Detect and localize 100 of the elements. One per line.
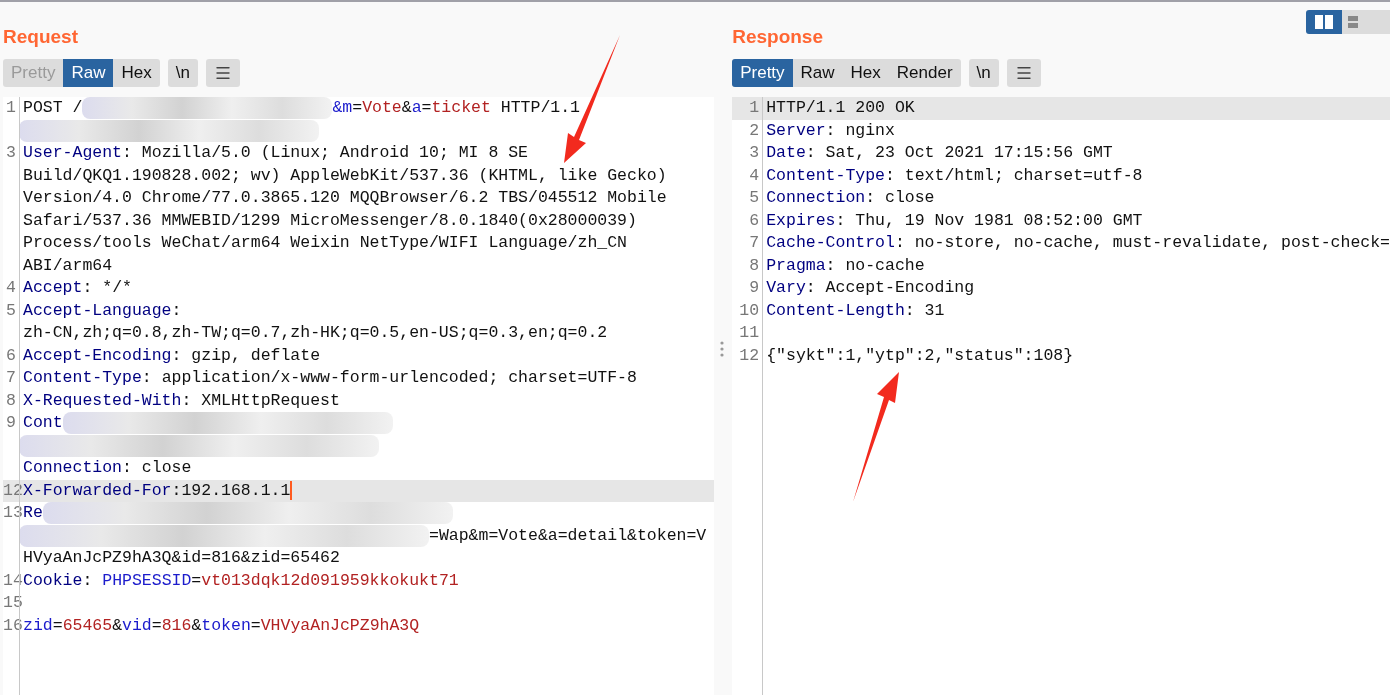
line-number: 1 bbox=[6, 98, 16, 117]
view-tab[interactable]: Pretty bbox=[732, 59, 793, 87]
code-text: : */* bbox=[82, 277, 132, 299]
view-tab[interactable]: Hex bbox=[842, 59, 889, 87]
line-number: 11 bbox=[739, 323, 760, 342]
split-layout-button[interactable] bbox=[1306, 10, 1342, 34]
code-text: Content-Type bbox=[23, 367, 142, 389]
line-number: 7 bbox=[749, 233, 760, 252]
stacked-layout-button[interactable] bbox=[1342, 10, 1390, 34]
code-text: Accept bbox=[23, 277, 83, 299]
line-number: 3 bbox=[6, 143, 16, 162]
code-text: &m bbox=[332, 97, 353, 119]
code-text: = bbox=[52, 614, 63, 637]
line-number: 4 bbox=[749, 165, 760, 185]
line-number: 6 bbox=[749, 210, 760, 230]
code-text: vt013dqk12d091959kkokukt71 bbox=[201, 569, 459, 592]
newline-toggle-button[interactable]: \n bbox=[968, 59, 999, 87]
code-text: Content-Length bbox=[766, 299, 905, 322]
code-text: X-Forwarded-For bbox=[23, 479, 172, 502]
code-text: & bbox=[191, 614, 202, 637]
code-text: : bbox=[171, 299, 182, 322]
panel-title: Request bbox=[3, 25, 78, 49]
code-text: : application/x-www-form-urlencoded; charset=UTF-8 bbox=[141, 367, 637, 389]
code-text: : Accept-Encoding bbox=[805, 277, 975, 299]
code-text: : Mozilla/5.0 (Linux; Android 10; MI 8 SE bbox=[122, 142, 528, 164]
code-text: : Sat, 23 Oct 2021 17:15:56 GMT bbox=[805, 142, 1113, 164]
code-text: HVyaAnJcPZ9hA3Q&id=816&zid=65462 bbox=[23, 547, 340, 569]
code-text: ticket bbox=[431, 97, 491, 119]
view-tab[interactable]: Raw bbox=[792, 59, 843, 87]
line-number: 8 bbox=[749, 255, 760, 275]
line-number: 7 bbox=[6, 368, 16, 387]
code-text: Cookie bbox=[23, 569, 83, 592]
menu-icon bbox=[213, 64, 232, 82]
code-text: & bbox=[401, 97, 412, 119]
view-tab[interactable]: Render bbox=[888, 59, 961, 87]
text-cursor bbox=[290, 481, 293, 501]
code-text: = bbox=[250, 614, 261, 637]
line-number: 9 bbox=[6, 413, 16, 432]
menu-button[interactable] bbox=[1006, 59, 1041, 87]
view-tab[interactable]: Raw bbox=[63, 59, 114, 87]
menu-button[interactable] bbox=[205, 59, 240, 87]
code-text: Date bbox=[766, 142, 806, 164]
code-text: Cont bbox=[23, 412, 63, 434]
menu-icon bbox=[1014, 64, 1033, 82]
code-text: POST / bbox=[23, 97, 83, 119]
code-text: zh-CN,zh;q=0.8,zh-TW;q=0.7,zh-HK;q=0.5,en-US;q=0.3,en;q=0.2 bbox=[23, 322, 608, 344]
code-text: Re bbox=[23, 502, 43, 524]
code-editor[interactable] bbox=[3, 97, 715, 695]
code-text: =Wap&m=Vote&a=detail&token=V bbox=[429, 524, 707, 547]
code-text: : XMLHttpRequest bbox=[181, 389, 340, 412]
code-text: HTTP/1.1 200 OK bbox=[766, 97, 915, 119]
code-text: : Thu, 19 Nov 1981 08:52:00 GMT bbox=[835, 209, 1143, 232]
code-text: : close bbox=[865, 187, 935, 209]
newline-toggle-button[interactable]: \n bbox=[167, 59, 198, 87]
code-text: = bbox=[352, 97, 363, 119]
line-number: 1 bbox=[749, 98, 760, 117]
line-number: 8 bbox=[6, 390, 16, 410]
code-text: PHPSESSID bbox=[102, 569, 192, 592]
code-text: : nginx bbox=[825, 119, 895, 142]
code-text: Build/QKQ1.190828.002; wv) AppleWebKit/537.36 (KHTML, like Gecko) bbox=[23, 164, 667, 187]
code-text: Safari/537.36 MMWEBID/1299 MicroMessenger/8.0.1840(0x28000039) bbox=[23, 209, 637, 232]
code-text: token bbox=[201, 614, 251, 637]
code-text: Accept-Language bbox=[23, 299, 172, 322]
code-text: VHVyaAnJcPZ9hA3Q bbox=[260, 614, 420, 637]
code-text: X-Requested-With bbox=[23, 389, 182, 412]
code-text: Connection bbox=[23, 457, 123, 479]
code-text: & bbox=[112, 614, 123, 637]
panel-title: Response bbox=[732, 25, 823, 49]
code-text: HTTP/1.1 bbox=[499, 97, 580, 119]
code-text: Content-Type bbox=[766, 164, 885, 187]
code-text: : bbox=[82, 569, 94, 592]
line-number: 2 bbox=[749, 120, 760, 140]
code-text: Pragma bbox=[766, 254, 826, 277]
line-number: 9 bbox=[749, 278, 760, 297]
code-text: {"sykt":1,"ytp":2,"status":108} bbox=[766, 344, 1074, 367]
code-text: Vary bbox=[766, 277, 806, 299]
code-text: Connection bbox=[766, 187, 866, 209]
code-text: : 31 bbox=[904, 299, 945, 322]
code-text: : no-store, no-cache, must-revalidate, post-check= bbox=[894, 232, 1390, 254]
rows-icon bbox=[1348, 15, 1358, 29]
code-text: zid bbox=[23, 614, 53, 637]
code-text: Server bbox=[766, 119, 826, 142]
code-text: : close bbox=[122, 457, 192, 479]
columns-icon bbox=[1315, 15, 1333, 29]
code-text: Expires bbox=[766, 209, 836, 232]
code-text: User-Agent bbox=[23, 142, 123, 164]
code-text: : gzip, deflate bbox=[171, 344, 321, 367]
code-text: 65465 bbox=[62, 614, 113, 637]
view-tab[interactable]: Hex bbox=[113, 59, 160, 87]
code-text: ABI/arm64 bbox=[23, 254, 113, 277]
line-number: 4 bbox=[6, 278, 16, 297]
code-text: a bbox=[411, 97, 422, 119]
code-text: 816 bbox=[161, 614, 192, 637]
code-text: = bbox=[151, 614, 162, 637]
code-text: Cache-Control bbox=[766, 232, 895, 254]
code-text: = bbox=[421, 97, 432, 119]
drag-handle-icon[interactable] bbox=[719, 340, 724, 357]
line-number: 12 bbox=[739, 345, 760, 365]
code-text: : text/html; charset=utf-8 bbox=[885, 164, 1143, 187]
code-text: Process/tools WeChat/arm64 Weixin NetType/WIFI Language/zh_CN bbox=[23, 232, 627, 254]
